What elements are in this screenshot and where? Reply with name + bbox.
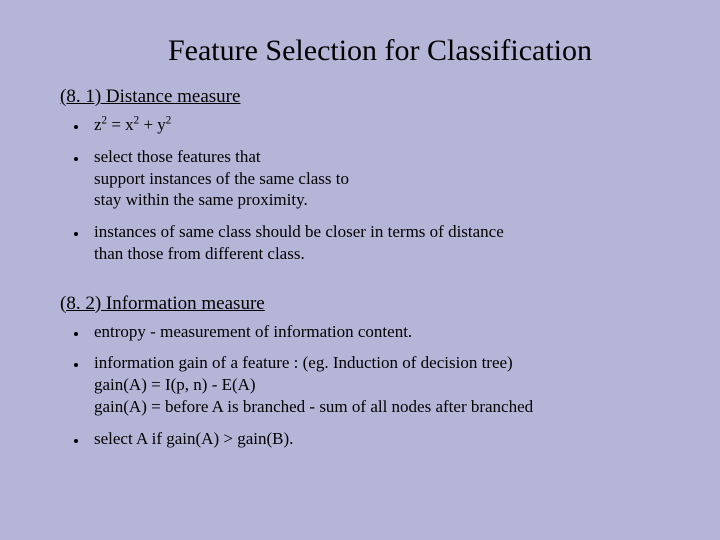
list-item: information gain of a feature : (eg. Ind… <box>88 352 660 417</box>
slide-title: Feature Selection for Classification <box>60 34 660 68</box>
list-item: select those features thatsupport instan… <box>88 146 660 211</box>
section-heading-distance: (8. 1) Distance measure <box>60 86 660 108</box>
formula-y-sup: 2 <box>166 114 172 126</box>
slide: Feature Selection for Classification (8.… <box>0 0 720 540</box>
list-item: z2 = x2 + y2 <box>88 114 660 136</box>
formula-x-base: x <box>125 115 134 134</box>
formula-z-base: z <box>94 115 102 134</box>
formula-plus: + <box>139 115 157 134</box>
bullet-list-distance: z2 = x2 + y2 select those features thats… <box>60 114 660 265</box>
list-item: select A if gain(A) > gain(B). <box>88 428 660 450</box>
list-item: entropy - measurement of information con… <box>88 321 660 343</box>
section-heading-information: (8. 2) Information measure <box>60 293 660 315</box>
formula-y-base: y <box>157 115 166 134</box>
bullet-list-information: entropy - measurement of information con… <box>60 321 660 450</box>
formula-eq: = <box>107 115 125 134</box>
list-item: instances of same class should be closer… <box>88 221 660 265</box>
